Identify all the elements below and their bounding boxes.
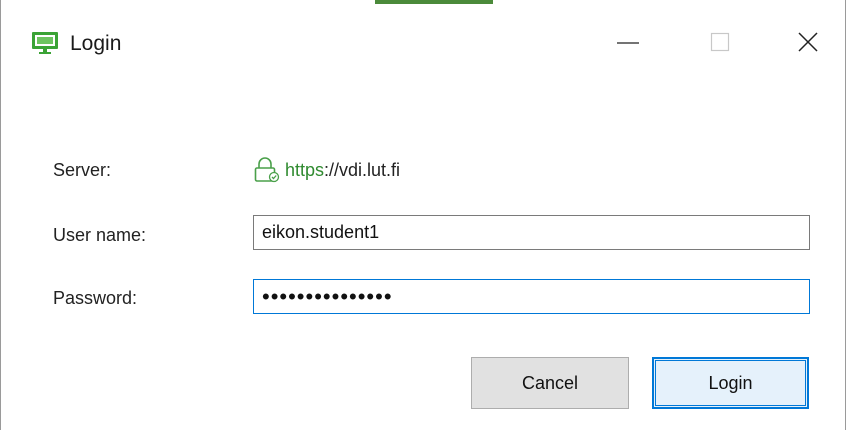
username-field[interactable] [253, 215, 810, 250]
server-url-host: ://vdi.lut.fi [324, 159, 401, 180]
close-icon [797, 31, 819, 58]
maximize-icon [710, 32, 730, 57]
cancel-button-label: Cancel [521, 372, 579, 393]
password-field[interactable] [253, 279, 810, 314]
lock-icon [253, 157, 281, 183]
server-value: https://vdi.lut.fi [253, 156, 400, 184]
server-url-scheme: https [285, 159, 325, 180]
server-label: Server: [53, 160, 112, 180]
cancel-button[interactable]: Cancel [471, 357, 629, 409]
password-label: Password: [53, 288, 138, 308]
username-label: User name: [53, 225, 147, 245]
window-title: Login [70, 32, 122, 55]
maximize-button[interactable] [695, 22, 745, 66]
monitor-icon [31, 31, 59, 55]
minimize-button[interactable] [603, 22, 653, 66]
title-bar[interactable]: Login [1, 0, 845, 88]
login-dialog: Login Server: https://vdi.lut.fi User n… [0, 0, 846, 430]
minimize-icon [616, 30, 640, 59]
login-button-label: Login [708, 372, 753, 393]
close-button[interactable] [783, 22, 833, 66]
login-button[interactable]: Login [652, 357, 809, 409]
